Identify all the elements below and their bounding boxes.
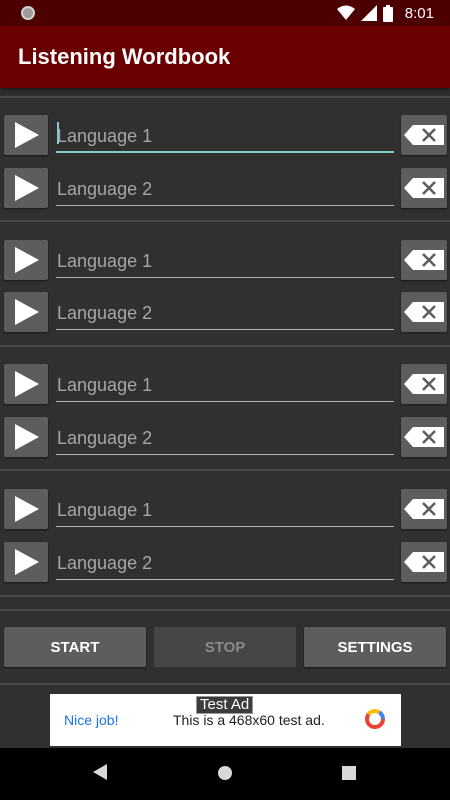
entry-3-language-1-row <box>0 358 450 406</box>
divider <box>0 345 450 347</box>
language-1-input[interactable] <box>56 238 394 278</box>
divider <box>0 609 450 611</box>
clear-button[interactable] <box>401 168 447 208</box>
play-icon <box>15 549 39 575</box>
entry-4-language-1-row <box>0 483 450 531</box>
play-button[interactable] <box>4 168 48 208</box>
clear-button[interactable] <box>401 240 447 280</box>
status-bar: 8:01 <box>0 0 450 26</box>
entry-4-language-2-row <box>0 536 450 584</box>
home-icon[interactable] <box>217 765 233 781</box>
language-1-input[interactable] <box>56 113 394 153</box>
entry-2-language-2-row <box>0 286 450 334</box>
backspace-icon <box>404 552 444 572</box>
backspace-icon <box>404 499 444 519</box>
entry-3-language-2-row <box>0 411 450 459</box>
clear-button[interactable] <box>401 417 447 457</box>
language-1-input[interactable] <box>56 362 394 402</box>
language-2-input[interactable] <box>56 166 394 206</box>
app-title: Listening Wordbook <box>18 44 231 69</box>
clear-button[interactable] <box>401 542 447 582</box>
navigation-bar <box>0 748 450 800</box>
backspace-icon <box>404 178 444 198</box>
stop-button[interactable]: STOP <box>154 627 296 667</box>
divider <box>0 96 450 98</box>
recents-icon[interactable] <box>342 766 356 780</box>
backspace-icon <box>404 302 444 322</box>
entry-2-language-1-row <box>0 234 450 282</box>
play-button[interactable] <box>4 489 48 529</box>
ad-logo-icon <box>365 709 385 729</box>
play-button[interactable] <box>4 240 48 280</box>
play-icon <box>15 299 39 325</box>
status-icons: 8:01 <box>336 3 434 23</box>
backspace-icon <box>404 374 444 394</box>
play-button[interactable] <box>4 542 48 582</box>
play-icon <box>15 371 39 397</box>
divider <box>0 595 450 597</box>
play-icon <box>15 247 39 273</box>
clear-button[interactable] <box>401 489 447 529</box>
play-icon <box>15 122 39 148</box>
backspace-icon <box>404 250 444 270</box>
back-icon[interactable] <box>93 764 107 780</box>
app-bar: Listening Wordbook <box>0 26 450 88</box>
ad-label: Test Ad <box>196 696 254 714</box>
play-icon <box>15 175 39 201</box>
language-2-input[interactable] <box>56 415 394 455</box>
play-button[interactable] <box>4 364 48 404</box>
ad-cta: Nice job! <box>64 712 119 728</box>
battery-icon <box>382 4 393 22</box>
language-2-input[interactable] <box>56 290 394 330</box>
divider <box>0 683 450 685</box>
divider <box>0 469 450 471</box>
clear-button[interactable] <box>401 292 447 332</box>
start-button[interactable]: START <box>4 627 146 667</box>
clear-button[interactable] <box>401 364 447 404</box>
play-button[interactable] <box>4 292 48 332</box>
status-time: 8:01 <box>404 4 434 22</box>
entry-1-language-2-row <box>0 162 450 210</box>
settings-button[interactable]: SETTINGS <box>304 627 446 667</box>
play-button[interactable] <box>4 115 48 155</box>
divider <box>0 220 450 222</box>
backspace-icon <box>404 427 444 447</box>
play-icon <box>15 424 39 450</box>
play-icon <box>15 496 39 522</box>
wifi-icon <box>336 5 355 20</box>
backspace-icon <box>404 125 444 145</box>
language-2-input[interactable] <box>56 540 394 580</box>
clear-button[interactable] <box>401 115 447 155</box>
play-button[interactable] <box>4 417 48 457</box>
text-cursor <box>57 122 59 144</box>
notification-dot-icon <box>21 6 35 20</box>
signal-icon <box>360 5 377 21</box>
ad-text: This is a 468x60 test ad. <box>173 712 325 728</box>
entry-1-language-1-row <box>0 109 450 157</box>
language-1-input[interactable] <box>56 487 394 527</box>
